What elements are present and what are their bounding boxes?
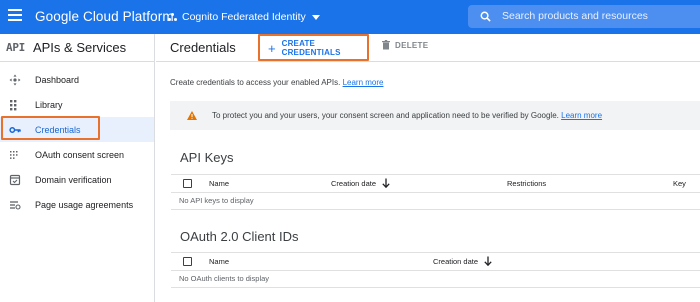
learn-more-link[interactable]: Learn more (343, 78, 384, 87)
arrow-down-icon[interactable] (484, 256, 492, 266)
select-all-checkbox[interactable] (183, 257, 192, 266)
verification-banner: To protect you and your users, your cons… (170, 101, 700, 130)
sidebar-item-domain-verification[interactable]: Domain verification (0, 167, 154, 192)
project-picker[interactable]: Cognito Federated Identity (168, 10, 320, 24)
sidebar-header: API APIs & Services (0, 34, 154, 62)
sidebar-item-label: OAuth consent screen (35, 149, 125, 160)
column-header-name[interactable]: Name (209, 257, 229, 266)
sidebar-item-page-usage[interactable]: Page usage agreements (0, 192, 154, 217)
oauth-table-header: Name Creation date (171, 252, 700, 271)
column-header-creation-date[interactable]: Creation date (331, 179, 376, 188)
sidebar-item-credentials[interactable]: Credentials (0, 117, 154, 142)
page-title: Credentials (170, 40, 236, 55)
delete-label: DELETE (395, 40, 429, 50)
library-icon (10, 100, 17, 111)
banner-text: To protect you and your users, your cons… (212, 111, 559, 120)
warning-icon (187, 111, 197, 120)
api-keys-table-header: Name Creation date Restrictions Key (171, 174, 700, 193)
settings-list-icon (10, 201, 21, 210)
api-keys-empty-message: No API keys to display (179, 196, 254, 205)
column-header-creation-date[interactable]: Creation date (433, 257, 478, 266)
top-app-bar: Google Cloud Platform Cognito Federated … (0, 0, 700, 34)
create-credentials-button[interactable]: + CREATE CREDENTIALS (264, 36, 368, 60)
select-all-checkbox[interactable] (183, 179, 192, 188)
sidebar-item-label: Credentials (35, 124, 81, 135)
consent-icon (10, 151, 18, 159)
sidebar-item-library[interactable]: Library (0, 92, 154, 117)
banner-text-row: To protect you and your users, your cons… (212, 111, 602, 120)
oauth-empty-message: No OAuth clients to display (179, 274, 270, 283)
dashboard-icon (9, 74, 21, 86)
create-credentials-label: CREATE CREDENTIALS (281, 39, 341, 57)
banner-learn-more-link[interactable]: Learn more (561, 111, 602, 120)
project-name: Cognito Federated Identity (182, 11, 306, 23)
table-divider (171, 209, 700, 210)
oauth-title: OAuth 2.0 Client IDs (180, 229, 299, 244)
key-icon (9, 127, 21, 133)
sidebar-item-label: Domain verification (35, 174, 112, 185)
search-input[interactable]: Search products and resources (468, 5, 700, 28)
sidebar-title[interactable]: APIs & Services (33, 40, 126, 55)
search-placeholder: Search products and resources (502, 10, 648, 22)
table-divider (171, 287, 700, 288)
delete-button[interactable]: DELETE (382, 40, 428, 50)
column-header-key[interactable]: Key (673, 179, 686, 188)
menu-icon[interactable] (8, 9, 22, 21)
sidebar-item-oauth-consent[interactable]: OAuth consent screen (0, 142, 154, 167)
sidebar-item-dashboard[interactable]: Dashboard (0, 67, 154, 92)
sidebar-item-label: Library (35, 99, 63, 110)
search-icon (480, 11, 491, 22)
chevron-down-icon (311, 14, 320, 20)
column-header-restrictions[interactable]: Restrictions (507, 179, 546, 188)
project-icon (168, 12, 177, 22)
api-keys-title: API Keys (180, 150, 234, 165)
api-logo: API (6, 41, 25, 54)
page-header: Credentials + CREATE CREDENTIALS DELETE (156, 34, 700, 62)
product-name[interactable]: Google Cloud Platform (35, 9, 174, 24)
add-icon: + (268, 40, 276, 56)
column-header-name[interactable]: Name (209, 179, 229, 188)
sidebar-item-label: Dashboard (35, 74, 80, 85)
domain-verification-icon (9, 174, 21, 186)
intro-text-row: Create credentials to access your enable… (170, 78, 383, 87)
intro-text: Create credentials to access your enable… (170, 78, 341, 87)
sidebar-item-label: Page usage agreements (35, 199, 134, 210)
trash-icon (382, 40, 390, 50)
arrow-down-icon[interactable] (382, 178, 390, 188)
